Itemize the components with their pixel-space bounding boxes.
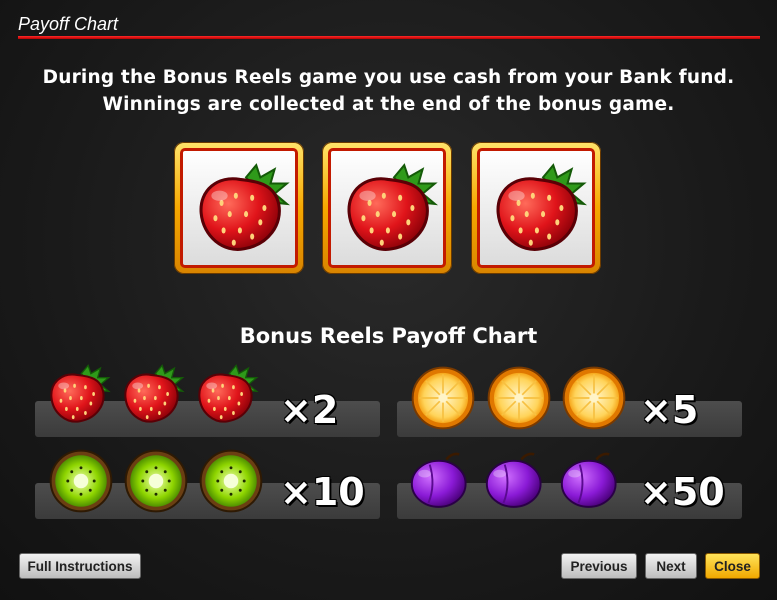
multiplier-orange: ×5 xyxy=(640,388,699,432)
plum-icon xyxy=(404,448,476,512)
intro-text: During the Bonus Reels game you use cash… xyxy=(0,64,777,118)
payoff-chart-title: Bonus Reels Payoff Chart xyxy=(239,324,538,348)
strawberry-icon xyxy=(46,360,114,428)
orange-icon xyxy=(410,365,476,431)
intro-line-2: Winnings are collected at the end of the… xyxy=(102,94,675,115)
intro-line-1: During the Bonus Reels game you use cash… xyxy=(42,67,735,88)
multiplier-strawberry: ×2 xyxy=(280,388,339,432)
multiplier-plum: ×50 xyxy=(640,470,725,514)
payoff-chart-header: Payoff Chart xyxy=(18,12,760,42)
strawberry-icon xyxy=(193,157,295,259)
reel-2 xyxy=(322,142,452,274)
next-button[interactable]: Next xyxy=(645,553,697,579)
close-button[interactable]: Close xyxy=(705,553,760,579)
plum-icon xyxy=(479,448,551,512)
strawberry-icon xyxy=(341,157,443,259)
kiwi-icon xyxy=(123,448,189,514)
strawberry-icon xyxy=(194,360,262,428)
kiwi-icon xyxy=(198,448,264,514)
multiplier-kiwi: ×10 xyxy=(280,470,365,514)
strawberry-icon xyxy=(120,360,188,428)
full-instructions-button[interactable]: Full Instructions xyxy=(19,553,141,579)
header-title: Payoff Chart xyxy=(18,14,119,34)
strawberry-icon xyxy=(490,157,592,259)
orange-icon xyxy=(561,365,627,431)
orange-icon xyxy=(486,365,552,431)
kiwi-icon xyxy=(48,448,114,514)
reel-1 xyxy=(174,142,304,274)
header-divider xyxy=(18,36,760,39)
reel-3 xyxy=(471,142,601,274)
previous-button[interactable]: Previous xyxy=(561,553,637,579)
plum-icon xyxy=(554,448,626,512)
